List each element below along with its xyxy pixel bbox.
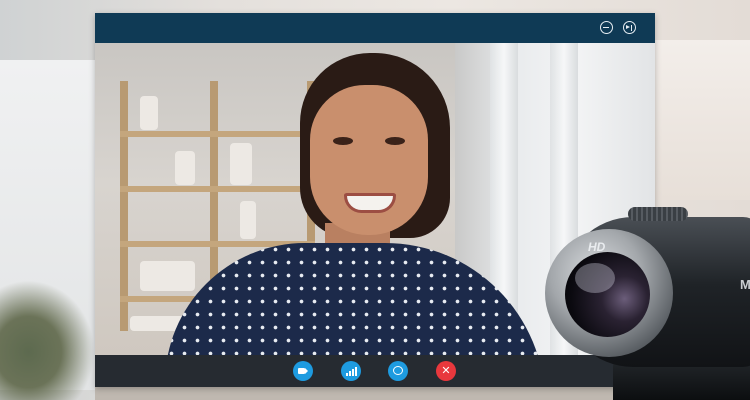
right-eye (385, 137, 405, 145)
smile (344, 193, 396, 213)
signal-stats-button[interactable] (341, 361, 361, 381)
signal-bars-icon (346, 367, 357, 376)
polka-dot-shirt (165, 243, 545, 355)
window-titlebar[interactable] (95, 13, 655, 43)
lens-glare (575, 263, 615, 293)
left-eye (333, 137, 353, 145)
video-camera-button[interactable] (293, 361, 313, 381)
background-plant (0, 280, 95, 400)
hd-badge: HD (588, 240, 606, 254)
chat-bubble-icon (393, 366, 403, 375)
microphone-grille (628, 207, 688, 221)
fullscreen-toggle-icon[interactable] (623, 21, 636, 34)
chat-button[interactable] (388, 361, 408, 381)
background-window-right (655, 40, 750, 200)
camera-lens (565, 252, 650, 337)
minimize-circle-icon[interactable] (600, 21, 613, 34)
close-x-icon: ✕ (441, 364, 451, 377)
end-call-button[interactable]: ✕ (436, 361, 456, 381)
hd-webcam-device: HD M (543, 207, 750, 400)
brand-letter: M (740, 277, 750, 292)
video-camera-icon (298, 368, 308, 374)
